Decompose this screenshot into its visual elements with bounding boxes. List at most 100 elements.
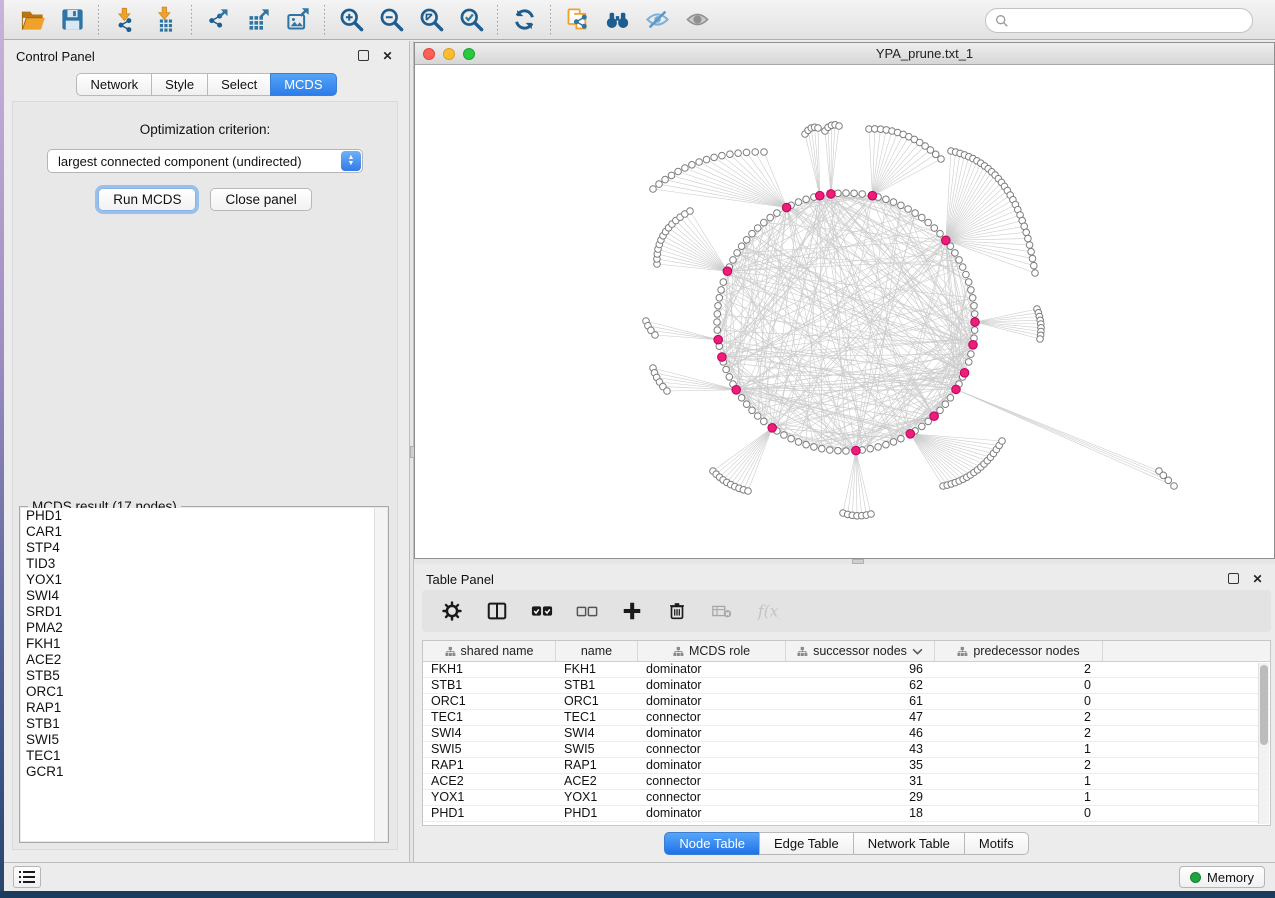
table-row[interactable]: TEC1TEC1connector472: [423, 710, 1270, 726]
zoom-fit-button[interactable]: [411, 3, 451, 37]
deselect-all-button[interactable]: [575, 600, 599, 622]
table-header-row: shared namenameMCDS rolesuccessor nodesp…: [423, 641, 1270, 662]
table-row[interactable]: YOX1YOX1connector291: [423, 790, 1270, 806]
network-window-title: YPA_prune.txt_1: [415, 46, 1274, 61]
table-row[interactable]: SWI4SWI4dominator462: [423, 726, 1270, 742]
tree-icon: [445, 646, 456, 657]
result-list-scrollbar[interactable]: [374, 508, 387, 841]
mcds-result-list: PHD1CAR1STP4TID3YOX1SWI4SRD1PMA2FKH1ACE2…: [21, 508, 387, 841]
table-row[interactable]: RAP1RAP1dominator352: [423, 758, 1270, 774]
create-column-button[interactable]: [620, 600, 644, 622]
table-row[interactable]: SWI5SWI5connector431: [423, 742, 1270, 758]
table-row[interactable]: PHD1PHD1dominator180: [423, 806, 1270, 822]
tab-edge-table[interactable]: Edge Table: [759, 832, 853, 855]
tree-icon: [673, 646, 684, 657]
show-columns-button[interactable]: [485, 600, 509, 622]
column-header-successor-nodes[interactable]: successor nodes: [786, 641, 935, 661]
export-image-icon: [285, 6, 312, 33]
open-file-button[interactable]: [12, 3, 52, 37]
tab-network[interactable]: Network: [76, 73, 151, 96]
result-node-item[interactable]: GCR1: [21, 764, 387, 780]
tab-style[interactable]: Style: [151, 73, 207, 96]
result-node-item[interactable]: TEC1: [21, 748, 387, 764]
result-node-item[interactable]: SWI4: [21, 588, 387, 604]
node-table: shared namenameMCDS rolesuccessor nodesp…: [422, 640, 1271, 826]
zoom-selected-button[interactable]: [451, 3, 491, 37]
table-scrollbar[interactable]: [1258, 663, 1269, 824]
sort-chevron-icon: [912, 646, 923, 657]
result-node-item[interactable]: SWI5: [21, 732, 387, 748]
cell-name: SWI5: [556, 742, 638, 757]
result-node-item[interactable]: STB5: [21, 668, 387, 684]
first-neighbors-button[interactable]: [597, 3, 637, 37]
search-box[interactable]: [985, 8, 1253, 33]
result-node-item[interactable]: CAR1: [21, 524, 387, 540]
network-window-titlebar[interactable]: YPA_prune.txt_1: [415, 43, 1274, 65]
refresh-button[interactable]: [504, 3, 544, 37]
table-settings-button[interactable]: [440, 600, 464, 622]
tab-network-table[interactable]: Network Table: [853, 832, 964, 855]
cell-MCDS-role: connector: [638, 774, 786, 789]
table-row[interactable]: ACE2ACE2connector311: [423, 774, 1270, 790]
delete-column-button[interactable]: [665, 600, 689, 622]
hide-selected-button[interactable]: [637, 3, 677, 37]
cell-predecessor-nodes: 2: [935, 710, 1103, 725]
import-table-button[interactable]: [145, 3, 185, 37]
toolbar-separator: [98, 5, 99, 35]
table-row[interactable]: FKH1FKH1dominator962: [423, 662, 1270, 678]
cell-shared-name: RAP1: [423, 758, 556, 773]
result-node-item[interactable]: SRD1: [21, 604, 387, 620]
float-panel-button[interactable]: [356, 48, 371, 63]
export-table-icon: [245, 6, 272, 33]
save-session-button[interactable]: [52, 3, 92, 37]
close-panel-button-secondary[interactable]: Close panel: [210, 188, 311, 211]
duplicate-network-button[interactable]: [557, 3, 597, 37]
result-node-item[interactable]: PHD1: [21, 508, 387, 524]
column-header-shared-name[interactable]: shared name: [423, 641, 556, 661]
table-scrollbar-thumb[interactable]: [1260, 665, 1268, 745]
memory-button[interactable]: Memory: [1179, 866, 1265, 888]
table-row[interactable]: STB1STB1dominator620: [423, 678, 1270, 694]
export-image-button[interactable]: [278, 3, 318, 37]
cell-MCDS-role: dominator: [638, 694, 786, 709]
export-network-button[interactable]: [198, 3, 238, 37]
cell-MCDS-role: dominator: [638, 758, 786, 773]
select-all-button[interactable]: [530, 600, 554, 622]
zoom-in-button[interactable]: [331, 3, 371, 37]
cell-shared-name: PHD1: [423, 806, 556, 821]
float-table-panel-button[interactable]: [1226, 571, 1241, 586]
import-network-button[interactable]: [105, 3, 145, 37]
criterion-selected-value: largest connected component (undirected): [48, 154, 362, 169]
tab-node-table[interactable]: Node Table: [664, 832, 759, 855]
close-panel-button[interactable]: ✕: [380, 48, 395, 63]
result-node-item[interactable]: PMA2: [21, 620, 387, 636]
result-node-item[interactable]: RAP1: [21, 700, 387, 716]
column-header-name[interactable]: name: [556, 641, 638, 661]
cell-successor-nodes: 46: [786, 726, 935, 741]
close-table-panel-button[interactable]: ✕: [1250, 571, 1265, 586]
search-input[interactable]: [1009, 13, 1252, 28]
result-node-item[interactable]: STP4: [21, 540, 387, 556]
run-mcds-button[interactable]: Run MCDS: [98, 188, 196, 211]
network-canvas[interactable]: [415, 65, 1274, 558]
tab-select[interactable]: Select: [207, 73, 270, 96]
criterion-select[interactable]: largest connected component (undirected)…: [47, 149, 363, 173]
table-row[interactable]: ORC1ORC1dominator610: [423, 694, 1270, 710]
cell-successor-nodes: 61: [786, 694, 935, 709]
tab-mcds[interactable]: MCDS: [270, 73, 336, 96]
cell-MCDS-role: connector: [638, 710, 786, 725]
column-header-predecessor-nodes[interactable]: predecessor nodes: [935, 641, 1103, 661]
export-table-button[interactable]: [238, 3, 278, 37]
show-all-button[interactable]: [677, 3, 717, 37]
result-node-item[interactable]: YOX1: [21, 572, 387, 588]
result-node-item[interactable]: STB1: [21, 716, 387, 732]
zoom-out-button[interactable]: [371, 3, 411, 37]
show-panels-button[interactable]: [13, 866, 41, 888]
column-header-MCDS-role[interactable]: MCDS role: [638, 641, 786, 661]
result-node-item[interactable]: ORC1: [21, 684, 387, 700]
result-node-item[interactable]: ACE2: [21, 652, 387, 668]
tab-motifs[interactable]: Motifs: [964, 832, 1029, 855]
result-node-item[interactable]: FKH1: [21, 636, 387, 652]
result-node-item[interactable]: TID3: [21, 556, 387, 572]
cell-predecessor-nodes: 2: [935, 726, 1103, 741]
